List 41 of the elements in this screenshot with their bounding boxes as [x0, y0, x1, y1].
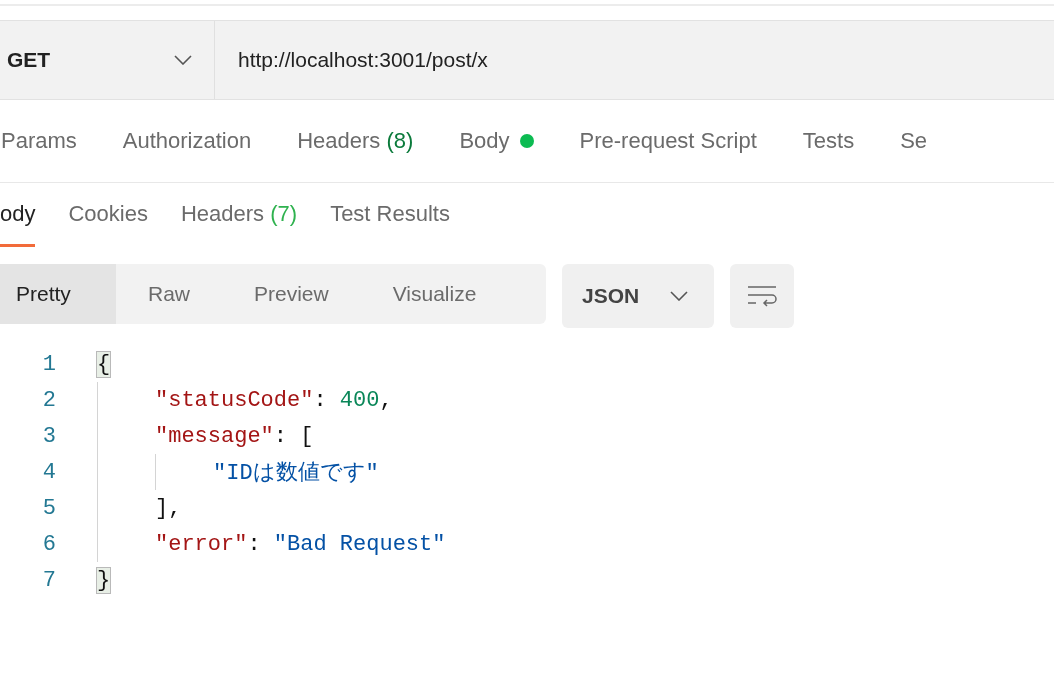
line-number: 7: [41, 567, 56, 593]
request-tab[interactable]: Authorization: [122, 100, 252, 182]
code-token: }: [97, 567, 111, 593]
code-token: :: [247, 531, 262, 557]
line-number: 1: [41, 351, 56, 377]
chevron-down-icon: [174, 55, 192, 65]
request-tab[interactable]: Params: [1, 100, 77, 182]
line-number: 3: [41, 423, 56, 449]
code-token: ],: [155, 495, 182, 521]
code-token: "statusCode": [155, 387, 314, 413]
code-token: 400: [339, 387, 380, 413]
line-number: 4: [41, 459, 56, 485]
code-token: "Bad Request": [273, 531, 446, 557]
view-mode-option[interactable]: Visualize: [360, 264, 509, 324]
view-mode-option[interactable]: Raw: [116, 264, 222, 324]
line-number: 6: [41, 531, 56, 557]
code-token: : [: [273, 423, 314, 449]
request-tab[interactable]: Tests: [802, 100, 855, 182]
code-token: :: [313, 387, 328, 413]
response-tab[interactable]: Headers (7): [180, 183, 298, 247]
line-number: 5: [41, 495, 56, 521]
wrap-lines-icon: [747, 285, 777, 307]
chevron-down-icon: [670, 291, 688, 301]
url-field[interactable]: http://localhost:3001/post/x: [215, 21, 488, 99]
request-tab[interactable]: Se: [900, 100, 928, 182]
response-tab[interactable]: Cookies: [68, 183, 148, 247]
code-token: ,: [379, 387, 393, 413]
code-token: "IDは数値です": [213, 460, 379, 487]
response-tab[interactable]: Test Results: [330, 183, 450, 247]
line-number: 2: [41, 387, 56, 413]
format-dropdown[interactable]: JSON: [562, 264, 714, 328]
code-token: "message": [155, 423, 274, 449]
code-token: {: [97, 351, 111, 377]
view-mode-option[interactable]: Pretty: [0, 264, 116, 324]
wrap-lines-button[interactable]: [730, 264, 794, 328]
request-tab[interactable]: Body: [459, 100, 534, 182]
request-tab[interactable]: Headers (8): [297, 100, 414, 182]
request-tab[interactable]: Pre-request Script: [579, 100, 757, 182]
code-token: "error": [155, 531, 248, 557]
response-tab[interactable]: ody: [0, 183, 36, 247]
view-mode-option[interactable]: Preview: [222, 264, 361, 324]
